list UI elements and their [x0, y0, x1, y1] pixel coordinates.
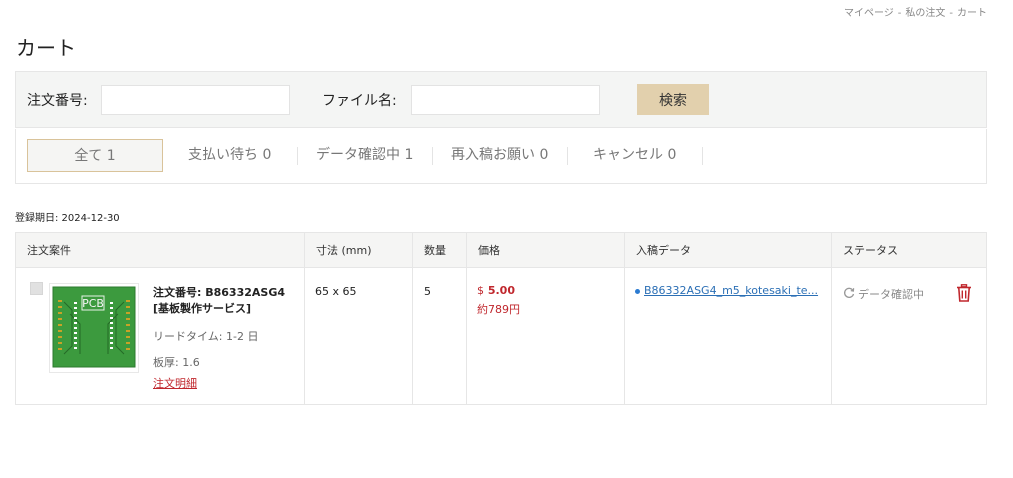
board-thickness: 板厚: 1.6 — [153, 356, 200, 369]
price-value: 5.00 — [487, 284, 515, 297]
breadcrumb-cart: カート — [957, 8, 987, 19]
order-number: 注文番号: B86332ASG4 — [153, 286, 285, 299]
submitted-file-link[interactable]: B86332ASG4_m5_kotesaki_te... — [644, 284, 818, 297]
breadcrumb-my-orders[interactable]: 私の注文 — [905, 8, 945, 19]
order-info: 注文番号: B86332ASG4 [基板製作サービス] — [153, 285, 293, 317]
status-text: データ確認中 — [858, 288, 924, 301]
tab-data-checking[interactable]: データ確認中 1 — [316, 139, 413, 172]
tab-cancelled[interactable]: キャンセル 0 — [593, 139, 676, 172]
breadcrumb: マイページ - 私の注文 - カート — [844, 4, 987, 19]
quantity-value: 5 — [424, 285, 431, 298]
tab-divider — [297, 147, 298, 165]
pcb-image: PCB — [50, 284, 138, 372]
breadcrumb-separator: - — [897, 8, 902, 19]
registration-date: 登録期日: 2024-12-30 — [15, 213, 120, 224]
tab-all[interactable]: 全て 1 — [27, 139, 163, 172]
order-number-label: 注文番号: — [27, 93, 88, 109]
tab-divider — [702, 147, 703, 165]
column-divider — [304, 233, 305, 404]
tab-awaiting-payment[interactable]: 支払い待ち 0 — [188, 139, 271, 172]
breadcrumb-mypage[interactable]: マイページ — [844, 8, 894, 19]
column-divider — [412, 233, 413, 404]
table-header: 注文案件 寸法 (mm) 数量 価格 入稿データ ステータス — [16, 233, 986, 268]
price-jpy: 約789円 — [477, 303, 520, 316]
header-size: 寸法 (mm) — [316, 244, 372, 257]
price-usd: $ 5.00 — [477, 284, 515, 297]
search-button[interactable]: 検索 — [637, 84, 709, 115]
column-divider — [624, 233, 625, 404]
pcb-label: PCB — [82, 297, 104, 310]
breadcrumb-separator: - — [949, 8, 953, 19]
order-number-input[interactable] — [101, 85, 290, 115]
header-quantity: 数量 — [424, 244, 446, 257]
currency-symbol: $ — [477, 284, 484, 297]
header-order-item: 注文案件 — [27, 244, 71, 257]
header-price: 価格 — [478, 244, 500, 257]
column-divider — [831, 233, 832, 404]
order-table: 注文案件 寸法 (mm) 数量 価格 入稿データ ステータス PCB 注文番号:… — [15, 232, 987, 405]
header-status: ステータス — [843, 244, 898, 257]
tab-divider — [432, 147, 433, 165]
pcb-thumbnail: PCB — [49, 283, 139, 373]
header-submitted-data: 入稿データ — [636, 244, 691, 257]
bullet-icon — [635, 289, 640, 294]
search-panel: 注文番号: ファイル名: 検索 — [15, 71, 987, 128]
order-detail-link[interactable]: 注文明細 — [153, 375, 197, 391]
tab-divider — [567, 147, 568, 165]
size-value: 65 x 65 — [315, 285, 357, 298]
status-tabs: 全て 1 支払い待ち 0 データ確認中 1 再入稿お願い 0 キャンセル 0 — [15, 129, 987, 184]
file-name-label: ファイル名: — [322, 93, 397, 109]
service-name: [基板製作サービス] — [153, 302, 252, 315]
file-name-input[interactable] — [411, 85, 600, 115]
loading-icon — [844, 287, 855, 298]
column-divider — [466, 233, 467, 404]
tab-resubmission-requested[interactable]: 再入稿お願い 0 — [451, 139, 548, 172]
trash-icon[interactable] — [956, 284, 972, 302]
row-select-checkbox[interactable] — [30, 282, 43, 295]
page-title: カート — [16, 36, 76, 60]
lead-time: リードタイム: 1-2 日 — [153, 330, 259, 343]
